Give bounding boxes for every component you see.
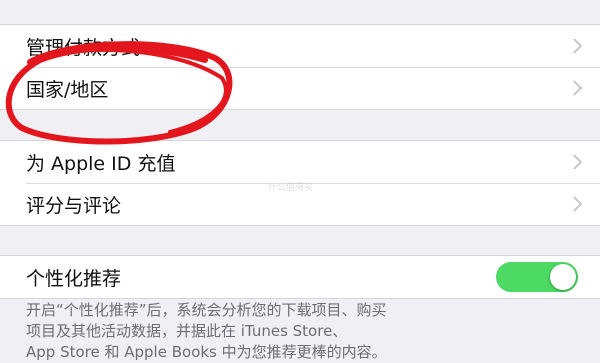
personalized-recommendations-group: 个性化推荐 [0,255,600,299]
footer-line: App Store 和 Apple Books 中为您推荐更棒的内容。 [26,343,387,361]
manage-payment-row[interactable]: 管理付款方式 [0,25,600,67]
add-funds-label: 为 Apple ID 充值 [26,152,176,175]
chevron-right-icon [566,38,583,54]
personalized-recommendations-label: 个性化推荐 [26,267,122,290]
personalized-recommendations-toggle[interactable] [496,262,578,292]
footer-line: 项目及其他活动数据，并据此在 iTunes Store、 [26,322,348,340]
watermark-text: 什么值得买 [268,183,314,193]
chevron-right-icon [566,196,583,212]
ratings-reviews-label: 评分与评论 [26,194,122,217]
footer-line: 开启“个性化推荐”后，系统会分析您的下载项目、购买 [26,301,387,319]
chevron-right-icon [566,154,583,170]
manage-payment-label: 管理付款方式 [26,36,141,59]
personalized-recommendations-row: 个性化推荐 [0,256,600,298]
country-region-label: 国家/地区 [26,78,109,101]
toggle-knob [550,264,576,290]
payment-region-group: 管理付款方式 国家/地区 [0,24,600,110]
country-region-row[interactable]: 国家/地区 [0,67,600,109]
add-funds-row[interactable]: 为 Apple ID 充值 [0,141,600,183]
personalized-recommendations-description: 开启“个性化推荐”后，系统会分析您的下载项目、购买 项目及其他活动数据，并据此在… [26,300,586,363]
chevron-right-icon [566,80,583,96]
